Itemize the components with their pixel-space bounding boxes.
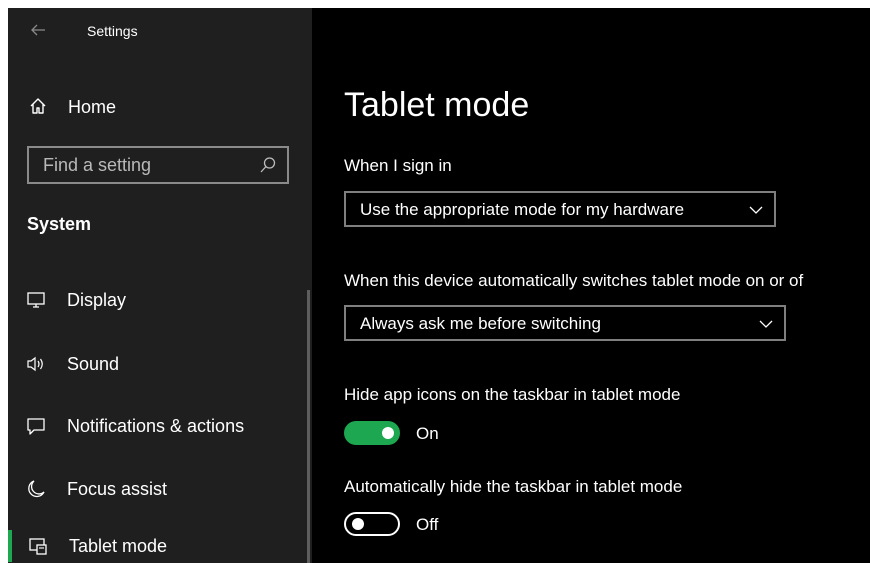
sidebar-item-home[interactable]: Home: [8, 88, 312, 124]
sign-in-label: When I sign in: [344, 156, 452, 175]
auto-switch-label: When this device automatically switches …: [344, 271, 804, 290]
sidebar-item-label: Tablet mode: [69, 536, 168, 556]
sidebar-item-tablet-mode[interactable]: Tablet mode: [8, 526, 304, 563]
sign-in-dropdown[interactable]: Use the appropriate mode for my hardware: [344, 191, 776, 227]
hide-icons-label: Hide app icons on the taskbar in tablet …: [344, 385, 681, 404]
hide-taskbar-state: Off: [416, 515, 439, 534]
active-indicator: [8, 530, 12, 562]
sidebar-item-label: Focus assist: [67, 479, 168, 499]
title-bar: Settings: [8, 8, 312, 56]
search-input[interactable]: [29, 148, 263, 182]
sidebar-item-display[interactable]: Display: [8, 280, 304, 320]
sidebar-item-label: Display: [67, 290, 127, 310]
section-title: System: [27, 214, 92, 234]
home-label: Home: [68, 97, 117, 117]
main-content: Tablet mode When I sign in Use the appro…: [312, 8, 870, 563]
sidebar-scrollbar[interactable]: [307, 290, 310, 563]
sidebar-item-focus-assist[interactable]: Focus assist: [8, 469, 304, 509]
back-arrow-icon[interactable]: [28, 20, 48, 40]
tablet-mode-icon: [28, 536, 48, 556]
sidebar-item-label: Sound: [67, 354, 120, 374]
monitor-icon: [26, 290, 46, 310]
moon-icon: [26, 479, 46, 499]
home-icon: [28, 96, 48, 116]
chevron-down-icon: [758, 317, 774, 329]
auto-switch-dropdown[interactable]: Always ask me before switching: [344, 305, 786, 341]
toggle-knob: [382, 427, 394, 439]
sidebar-item-sound[interactable]: Sound: [8, 344, 304, 384]
hide-taskbar-toggle[interactable]: [344, 512, 400, 536]
hide-icons-state: On: [416, 424, 439, 443]
sidebar-item-notifications[interactable]: Notifications & actions: [8, 406, 304, 446]
auto-switch-value: Always ask me before switching: [360, 314, 601, 333]
speaker-icon: [26, 354, 46, 374]
search-icon[interactable]: [259, 156, 277, 174]
hide-icons-toggle[interactable]: [344, 421, 400, 445]
sidebar-item-label: Notifications & actions: [67, 416, 245, 436]
app-title: Settings: [87, 23, 138, 39]
sidebar: Settings Home System Display: [8, 8, 312, 563]
toggle-knob: [352, 518, 364, 530]
search-box[interactable]: [27, 146, 289, 184]
notification-icon: [26, 416, 46, 436]
settings-window: Settings Home System Display: [8, 8, 870, 563]
sign-in-value: Use the appropriate mode for my hardware: [360, 200, 685, 219]
hide-taskbar-label: Automatically hide the taskbar in tablet…: [344, 477, 683, 496]
page-title: Tablet mode: [344, 86, 530, 124]
chevron-down-icon: [748, 203, 764, 215]
